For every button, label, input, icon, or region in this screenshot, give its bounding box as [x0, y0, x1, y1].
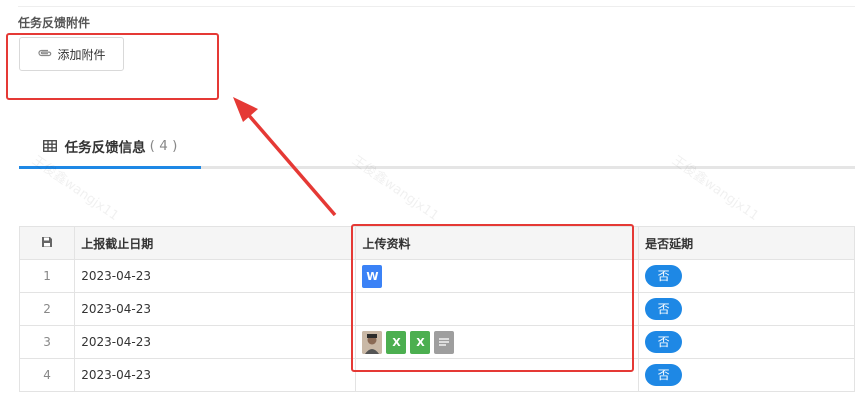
- delayed-cell: 否: [638, 259, 855, 293]
- excel-file-icon[interactable]: X: [410, 330, 431, 354]
- row-index: 3: [18, 325, 76, 359]
- paperclip-icon: [37, 47, 57, 61]
- delayed-cell: 否: [638, 325, 855, 359]
- table-row: 4 2023-04-23 否: [18, 358, 855, 392]
- row-index: 1: [18, 259, 76, 293]
- feedback-table: 上报截止日期 上传资料 是否延期 1 2023-04-23 W 否 2 2023…: [18, 226, 855, 392]
- row-index: 2: [18, 292, 76, 326]
- table-icon: [42, 140, 57, 152]
- tab-active-indicator: [19, 166, 201, 169]
- save-column-header[interactable]: [18, 226, 76, 260]
- column-header-uploads[interactable]: 上传资料: [355, 226, 640, 260]
- column-header-deadline[interactable]: 上报截止日期: [74, 226, 357, 260]
- watermark: 王俊鑫wangjx11: [669, 153, 762, 225]
- table-row: 1 2023-04-23 W 否: [18, 259, 855, 293]
- uploads-cell: W: [355, 259, 640, 293]
- uploads-cell: [355, 358, 640, 392]
- top-divider: [18, 6, 855, 7]
- delayed-badge: 否: [645, 364, 683, 386]
- uploads-cell: X X: [355, 325, 640, 359]
- delayed-cell: 否: [638, 292, 855, 326]
- tab-label: 任务反馈信息: [64, 140, 146, 156]
- deadline-cell: 2023-04-23: [74, 259, 357, 293]
- tab-feedback-info[interactable]: 任务反馈信息 ( 4 ): [19, 124, 201, 168]
- attachment-section-title: 任务反馈附件: [18, 16, 91, 30]
- deadline-cell: 2023-04-23: [74, 358, 357, 392]
- table-row: 2 2023-04-23 否: [18, 292, 855, 326]
- deadline-cell: 2023-04-23: [74, 292, 357, 326]
- table-row: 3 2023-04-23 X X 否: [18, 325, 855, 359]
- delayed-badge: 否: [645, 298, 683, 320]
- image-file-thumbnail-icon[interactable]: [362, 330, 383, 354]
- delayed-cell: 否: [638, 358, 855, 392]
- delayed-badge: 否: [645, 265, 683, 287]
- row-index: 4: [18, 358, 76, 392]
- delayed-badge: 否: [645, 331, 683, 353]
- excel-file-icon[interactable]: X: [386, 330, 407, 354]
- tab-count: ( 4 ): [149, 138, 178, 154]
- text-file-icon[interactable]: [434, 330, 455, 354]
- column-header-delayed[interactable]: 是否延期: [638, 226, 855, 260]
- deadline-cell: 2023-04-23: [74, 325, 357, 359]
- add-attachment-button[interactable]: 添加附件: [19, 37, 124, 71]
- watermark: 王俊鑫wangjx11: [349, 153, 442, 225]
- add-attachment-label: 添加附件: [57, 47, 106, 62]
- table-header-row: 上报截止日期 上传资料 是否延期: [18, 226, 855, 260]
- uploads-cell: [355, 292, 640, 326]
- word-file-icon[interactable]: W: [362, 264, 383, 288]
- save-icon[interactable]: [41, 236, 53, 251]
